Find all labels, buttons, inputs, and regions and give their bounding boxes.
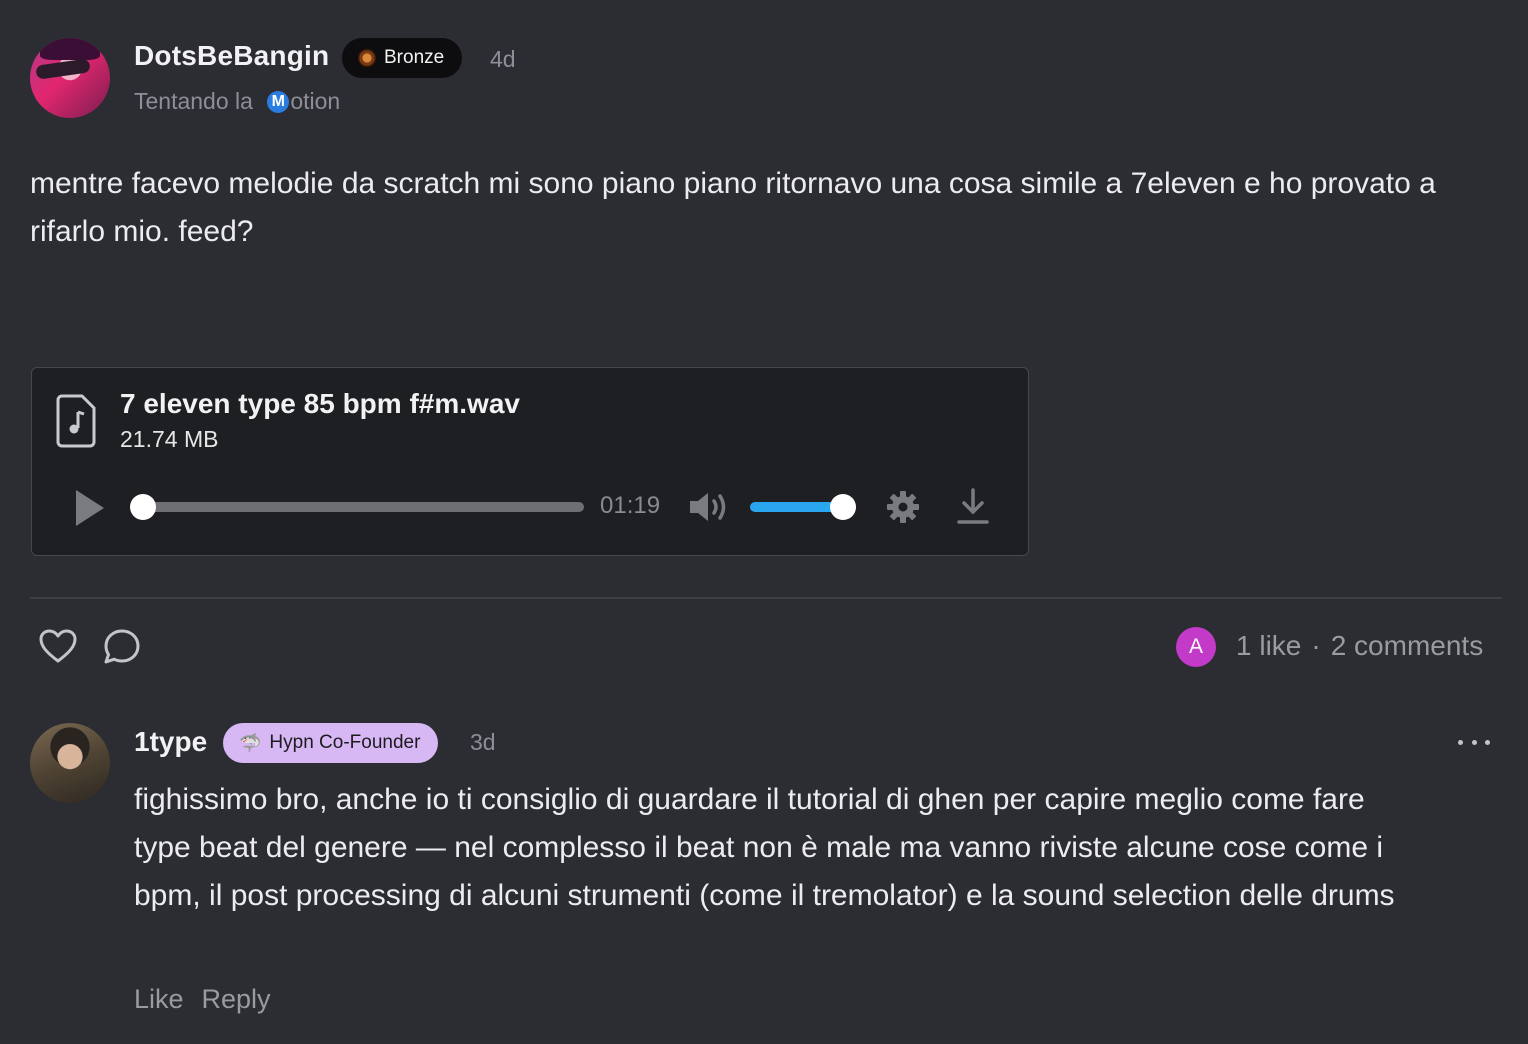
avatar-glasses	[35, 58, 91, 80]
divider	[30, 597, 1502, 599]
engagement-stats: 1 like · 2 comments	[1236, 630, 1483, 662]
post-subtitle: Tentando la M otion	[134, 88, 340, 115]
bronze-badge: Bronze	[342, 38, 463, 78]
dot	[1485, 739, 1490, 745]
comment-author[interactable]: 1type	[134, 726, 207, 758]
subtitle-prefix: Tentando la	[134, 88, 260, 114]
liker-avatar[interactable]: A	[1176, 627, 1216, 667]
file-size: 21.74 MB	[120, 426, 219, 452]
comments-count[interactable]: 2 comments	[1331, 630, 1484, 661]
volume-track[interactable]	[750, 502, 842, 512]
progress-track[interactable]	[144, 502, 584, 512]
dot	[1471, 739, 1477, 745]
time-remaining: 01:19	[600, 492, 661, 519]
likes-count[interactable]: 1 like	[1236, 630, 1301, 661]
post-timestamp[interactable]: 4d	[490, 46, 516, 73]
badge-label: Hypn Co-Founder	[269, 732, 421, 753]
post-body: mentre facevo melodie da scratch mi sono…	[30, 167, 1436, 248]
comment-timestamp[interactable]: 3d	[470, 729, 496, 756]
comment-actions: Like Reply	[134, 984, 271, 1015]
subtitle-suffix: otion	[290, 88, 341, 114]
volume-icon[interactable]	[688, 490, 730, 524]
commenter-avatar[interactable]	[30, 723, 110, 803]
gear-icon[interactable]	[886, 490, 920, 524]
comment-reply-button[interactable]: Reply	[202, 984, 271, 1015]
avatar-hair	[40, 38, 100, 60]
volume-handle[interactable]	[830, 494, 856, 520]
shark-icon: 🦈	[239, 732, 262, 753]
dot	[1458, 739, 1463, 745]
badge-label: Bronze	[384, 47, 445, 68]
bronze-medal-icon	[358, 49, 376, 67]
progress-handle[interactable]	[130, 494, 156, 520]
comment-like-button[interactable]: Like	[134, 984, 184, 1015]
heart-icon[interactable]	[38, 628, 78, 664]
music-file-icon	[56, 394, 96, 448]
stats-separator: ·	[1311, 630, 1321, 661]
post-author[interactable]: DotsBeBangin	[134, 40, 329, 72]
metro-m-icon: M	[267, 90, 290, 113]
comment-icon[interactable]	[102, 627, 142, 667]
file-name: 7 eleven type 85 bpm f#m.wav	[120, 388, 520, 419]
comment-body: fighissimo bro, anche io ti consiglio di…	[134, 783, 1395, 912]
download-icon[interactable]	[956, 488, 990, 526]
more-options-icon[interactable]	[1458, 728, 1490, 756]
audio-attachment: 7 eleven type 85 bpm f#m.wav 21.74 MB 01…	[31, 367, 1029, 556]
author-avatar[interactable]	[30, 38, 110, 118]
cofounder-badge: 🦈 Hypn Co-Founder	[223, 723, 439, 763]
play-icon[interactable]	[72, 488, 106, 528]
